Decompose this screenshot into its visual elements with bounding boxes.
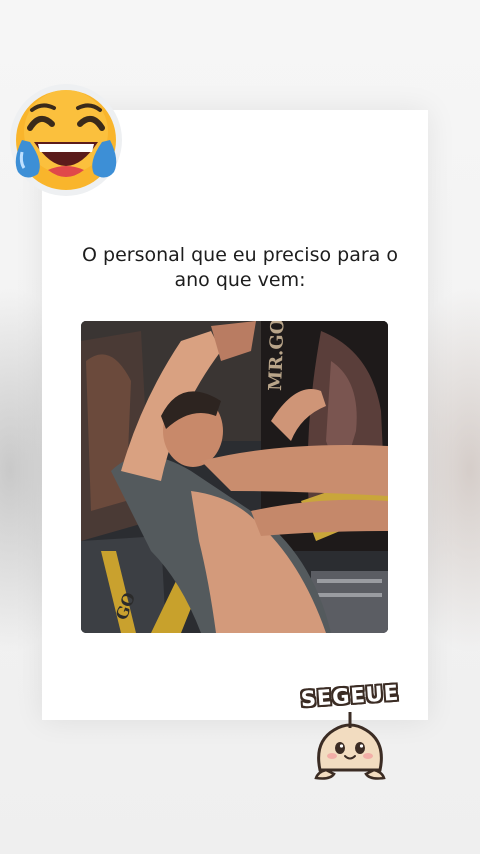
post-caption: O personal que eu preciso para o ano que… [82,244,398,291]
face-with-tears-of-joy-icon [8,82,124,198]
poster-text: MR.GO [265,321,289,391]
segeue-sticker: SEGEUE [290,681,410,782]
video-frame: MR.GO GO [81,321,388,633]
post-video[interactable]: MR.GO GO [81,321,388,633]
